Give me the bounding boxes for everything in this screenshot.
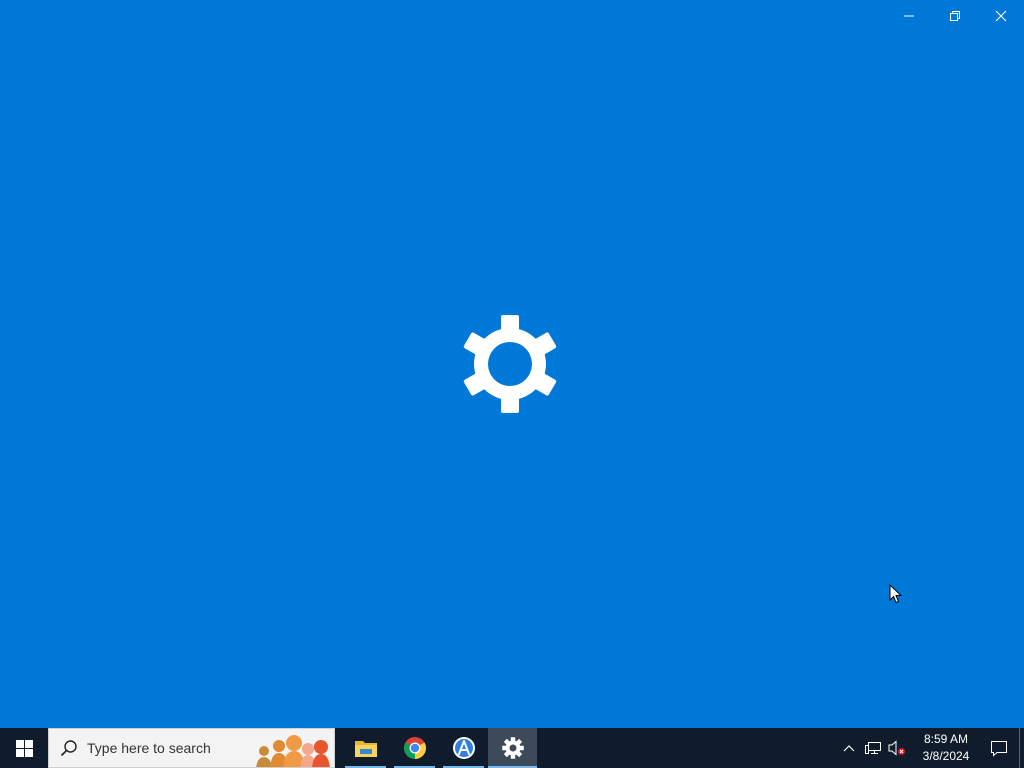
mouse-cursor-icon (889, 584, 903, 604)
search-box[interactable]: Type here to search (48, 728, 335, 768)
taskbar-spacer (537, 728, 837, 768)
gear-icon (501, 737, 524, 759)
gear-icon (463, 315, 557, 413)
volume-muted-icon (888, 740, 905, 756)
show-hidden-icons-button[interactable] (837, 728, 861, 768)
restore-icon (950, 11, 960, 21)
chrome-icon (403, 737, 426, 759)
show-desktop-button[interactable] (1019, 728, 1024, 768)
action-center-button[interactable] (979, 728, 1019, 768)
taskbar-app-installer[interactable] (439, 728, 488, 768)
folder-icon (354, 741, 377, 757)
network-button[interactable] (861, 728, 885, 768)
search-placeholder: Type here to search (87, 740, 211, 756)
search-highlight-illustration (256, 735, 330, 767)
close-button[interactable] (978, 0, 1024, 32)
desktop-screen: Type here to search 8:59 AM 3/8/2024 (0, 0, 1024, 768)
taskbar-settings[interactable] (488, 728, 537, 768)
system-tray: 8:59 AM 3/8/2024 (837, 728, 1024, 768)
windows-logo-icon (15, 739, 33, 757)
app-store-icon (452, 737, 475, 759)
volume-button[interactable] (885, 728, 909, 768)
restore-button[interactable] (932, 0, 978, 32)
search-icon (59, 738, 79, 758)
taskbar-clock[interactable]: 8:59 AM 3/8/2024 (913, 728, 979, 768)
minimize-button[interactable] (886, 0, 932, 32)
close-icon (995, 10, 1007, 22)
clock-time: 8:59 AM (923, 732, 969, 746)
chevron-up-icon (843, 745, 855, 752)
taskbar-chrome[interactable] (390, 728, 439, 768)
notification-icon (991, 740, 1007, 757)
clock-date: 3/8/2024 (922, 749, 970, 763)
taskbar-file-explorer[interactable] (341, 728, 390, 768)
caption-buttons (886, 0, 1024, 32)
minimize-icon (904, 15, 914, 17)
taskbar: Type here to search 8:59 AM 3/8/2024 (0, 728, 1024, 768)
settings-splash-window (0, 0, 1024, 728)
start-button[interactable] (0, 728, 48, 768)
network-icon (865, 742, 881, 754)
